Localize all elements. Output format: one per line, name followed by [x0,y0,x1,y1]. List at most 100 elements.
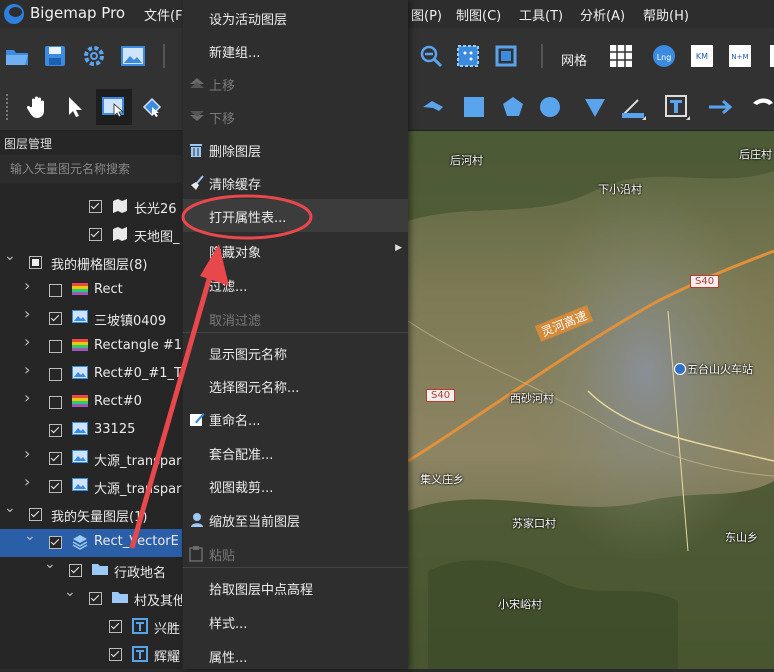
map-view[interactable]: 后河村 后庄村 下小沿村 S40 灵河高速 五台山火车站 S40 西砂河村 集义… [408,131,774,669]
context-menu-item: 下移 [183,100,408,133]
layer-tree-row[interactable]: ⌄ Rect_VectorE [0,529,182,557]
context-menu-item[interactable]: 设为活动图层 [183,1,408,34]
layer-tree-row[interactable]: › Rectangle #1 [0,333,182,361]
context-menu-item[interactable]: 拾取图层中点高程 [183,571,408,604]
context-menu-item[interactable]: 显示图元名称 [183,336,408,369]
layer-checkbox[interactable] [69,564,82,577]
menu-help[interactable]: 帮助(H) [643,5,689,24]
menu-divider [183,567,408,568]
measure-icon[interactable] [620,94,646,120]
edit-node-icon[interactable] [139,94,165,120]
layer-tree-row[interactable]: 辉耀 [0,641,182,669]
menu-analysis[interactable]: 分析(A) [580,5,625,24]
layer-checkbox[interactable] [49,284,62,297]
layer-checkbox[interactable] [49,452,62,465]
toolbar-grip[interactable] [6,94,11,120]
layer-tree-row[interactable]: 33125 [0,417,182,445]
layer-tree-row[interactable]: ⌄ 行政地名 [0,557,182,585]
layer-checkbox[interactable] [89,228,102,241]
layer-tree-row[interactable]: › Rect#0 [0,389,182,417]
context-menu-item[interactable]: 套合配准... [183,436,408,469]
context-menu-item[interactable]: 样式... [183,605,408,638]
layer-checkbox[interactable] [89,200,102,213]
layer-checkbox[interactable] [49,536,62,549]
layer-checkbox[interactable] [109,648,122,661]
menu-layer[interactable]: 图(P) [411,5,442,24]
chevron-down-icon[interactable]: ⌄ [4,249,16,263]
folder-icon [112,590,128,606]
layer-tree-row[interactable]: 兴胜 [0,613,182,641]
context-menu-item[interactable]: 属性... [183,639,408,672]
draw-polygon-icon[interactable] [500,94,526,120]
chevron-down-icon[interactable]: ⌄ [44,557,56,571]
draw-marker-icon[interactable] [582,94,608,120]
layer-tree-row[interactable]: › 大源_transpar [0,445,182,473]
context-menu-item[interactable]: 清除缓存 [183,166,408,199]
layer-checkbox[interactable] [29,508,42,521]
open-folder-icon[interactable] [4,43,30,69]
nm-grid-icon[interactable]: N+M [727,43,753,69]
layer-checkbox[interactable] [89,592,102,605]
context-menu-item[interactable]: 隐藏对象 ▶ [183,234,408,267]
menu-mapping[interactable]: 制图(C) [456,5,501,24]
chevron-right-icon[interactable]: › [24,278,34,294]
layer-checkbox[interactable] [49,424,62,437]
km-grid-icon[interactable]: KM [689,43,715,69]
context-menu-item[interactable]: 缩放至当前图层 [183,503,408,536]
layer-tree-row[interactable]: › Rect#0_#1_T [0,361,182,389]
chevron-right-icon[interactable]: › [24,334,34,350]
select-feature-icon[interactable] [101,94,127,120]
arrow-right-icon[interactable] [707,94,733,120]
draw-circle-icon[interactable] [537,94,563,120]
chevron-right-icon[interactable]: › [24,362,34,378]
full-extent-icon[interactable] [493,43,519,69]
text-tool-icon[interactable] [664,94,690,120]
chevron-right-icon[interactable]: › [24,390,34,406]
context-menu-item[interactable]: 重命名... [183,402,408,435]
context-menu-item[interactable]: 选择图元名称... [183,369,408,402]
chevron-down-icon[interactable]: ⌄ [4,501,16,515]
layer-checkbox[interactable] [49,480,62,493]
layer-tree-row[interactable]: › 三坡镇0409 [0,305,182,333]
layer-tree-row[interactable]: ⌄ 我的矢量图层(1) [0,501,182,529]
layer-checkbox[interactable] [49,340,62,353]
layer-tree-row[interactable]: › Rect [0,277,182,305]
draw-freeform-icon[interactable] [420,94,446,120]
select-arrow-icon[interactable] [61,94,87,120]
context-menu-item[interactable]: 新建组... [183,34,408,67]
draw-rectangle-icon[interactable] [461,94,487,120]
gear-icon[interactable] [81,43,107,69]
chevron-right-icon[interactable]: › [24,474,34,490]
layer-search-input[interactable] [0,155,182,183]
layer-label: 大源_transpar [94,482,182,497]
layer-checkbox[interactable] [109,620,122,633]
layer-tree-row[interactable]: ⌄ 村及其他 [0,585,182,613]
chevron-down-icon[interactable]: ⌄ [64,585,76,599]
layer-tree-row[interactable]: ⌄ 我的栅格图层(8) [0,249,182,277]
context-menu-item[interactable]: 打开属性表... [183,199,408,232]
zoom-selection-icon[interactable] [455,43,481,69]
latlng-grid-icon[interactable]: Lng [651,43,677,69]
zoom-out-icon[interactable] [418,43,444,69]
context-menu-item[interactable]: 视图裁剪... [183,469,408,502]
image-icon[interactable] [120,43,146,69]
layer-checkbox[interactable] [29,256,42,269]
menu-file[interactable]: 文件(F [144,5,183,24]
save-icon[interactable] [42,43,68,69]
layer-checkbox[interactable] [49,368,62,381]
grid-icon[interactable] [608,43,634,69]
curve-tool-icon[interactable] [750,94,774,120]
layer-tree-row[interactable]: › 大源_transpar [0,473,182,501]
layer-tree-row[interactable]: 天地图_ [0,221,182,249]
layer-checkbox[interactable] [49,312,62,325]
chevron-down-icon[interactable]: ⌄ [24,529,36,543]
context-menu-item[interactable]: 删除图层 [183,133,408,166]
chevron-right-icon[interactable]: › [24,306,34,322]
menu-tools[interactable]: 工具(T) [519,5,563,24]
layer-checkbox[interactable] [49,396,62,409]
pan-hand-icon[interactable] [24,94,50,120]
layer-tree-row[interactable]: 长光26 [0,193,182,221]
context-menu-item[interactable]: 过滤... [183,268,408,301]
more-grid-icon[interactable] [762,43,774,69]
chevron-right-icon[interactable]: › [24,446,34,462]
